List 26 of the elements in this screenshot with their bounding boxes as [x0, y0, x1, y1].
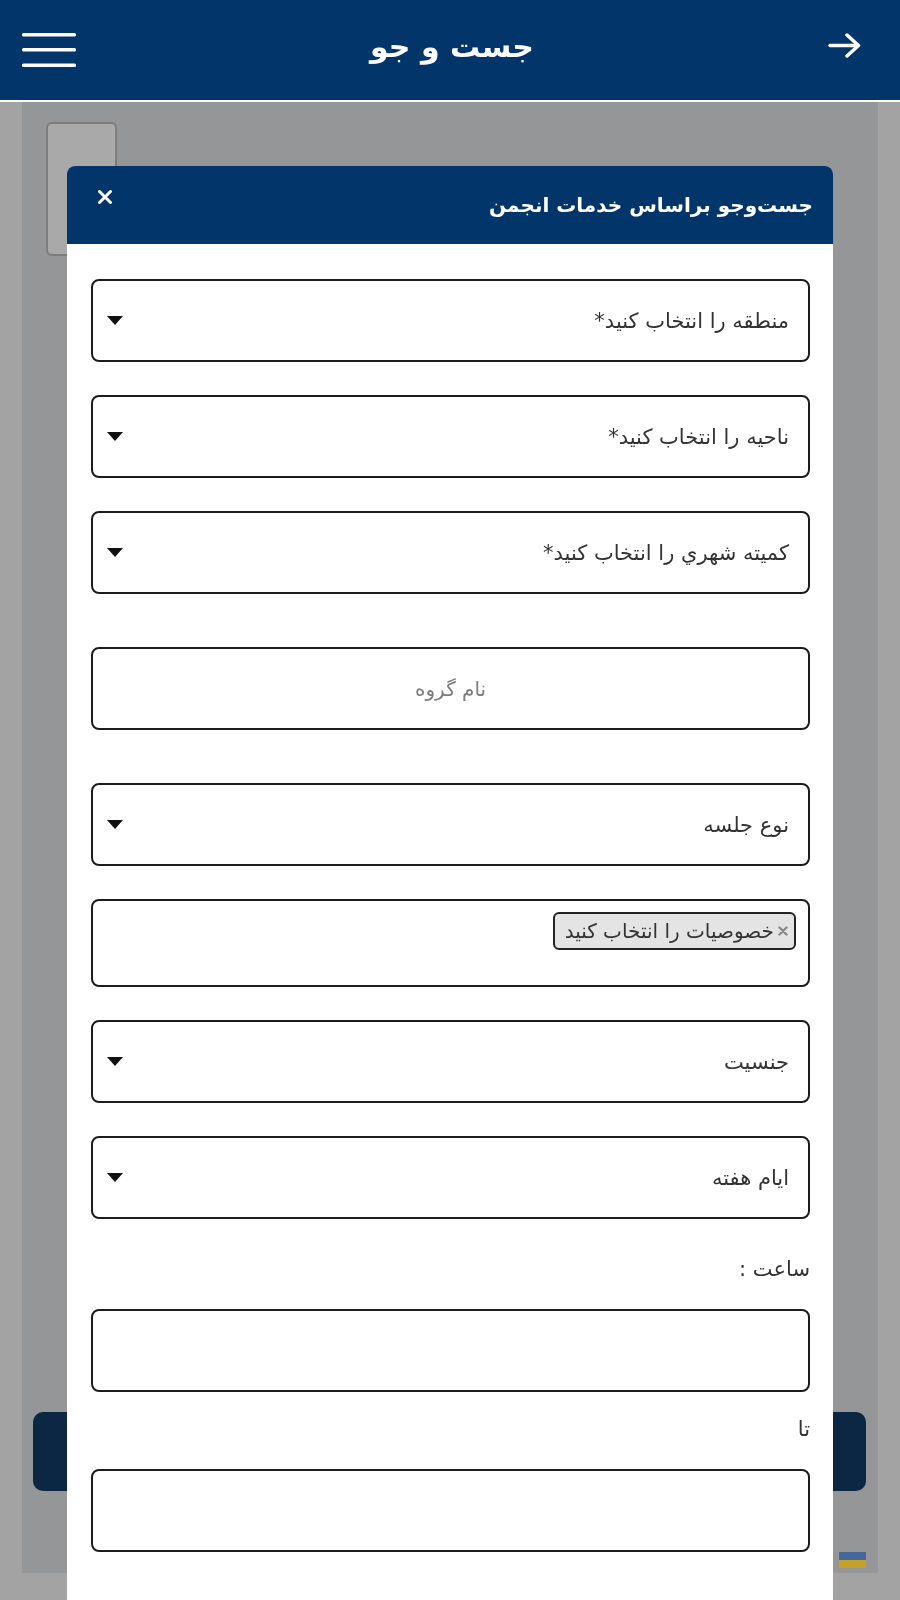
close-icon[interactable] — [98, 190, 112, 204]
remove-icon[interactable] — [778, 926, 788, 936]
field-label: تا — [797, 1416, 810, 1443]
tag-chip[interactable]: خصوصیات را انتخاب کنید — [552, 912, 796, 950]
flag-icon — [839, 1552, 866, 1568]
text-input[interactable]: نام گروه — [91, 647, 810, 730]
menu-icon[interactable] — [22, 33, 76, 67]
select-field[interactable]: نوع جلسه — [91, 783, 810, 866]
caret-icon — [107, 432, 123, 441]
field-label: ساعت : — [739, 1256, 810, 1283]
page-title: جست و جو — [370, 28, 534, 67]
arrow-icon[interactable] — [828, 32, 861, 58]
text-input[interactable] — [91, 1309, 810, 1392]
text-input[interactable] — [91, 1469, 810, 1552]
caret-icon — [107, 316, 123, 325]
tags-field[interactable]: خصوصیات را انتخاب کنید — [91, 899, 810, 987]
select-field[interactable]: جنسیت — [91, 1020, 810, 1103]
caret-icon — [107, 548, 123, 557]
select-field[interactable]: کمیته شهري را انتخاب کنید* — [91, 511, 810, 594]
caret-icon — [107, 1057, 123, 1066]
caret-icon — [107, 1173, 123, 1182]
select-field[interactable]: ایام هفته — [91, 1136, 810, 1219]
dialog-title: جست‌وجو براساس خدمات انجمن — [489, 192, 813, 219]
caret-icon — [107, 820, 123, 829]
select-field[interactable]: ناحیه را انتخاب کنید* — [91, 395, 810, 478]
select-field[interactable]: منطقه را انتخاب کنید* — [91, 279, 810, 362]
